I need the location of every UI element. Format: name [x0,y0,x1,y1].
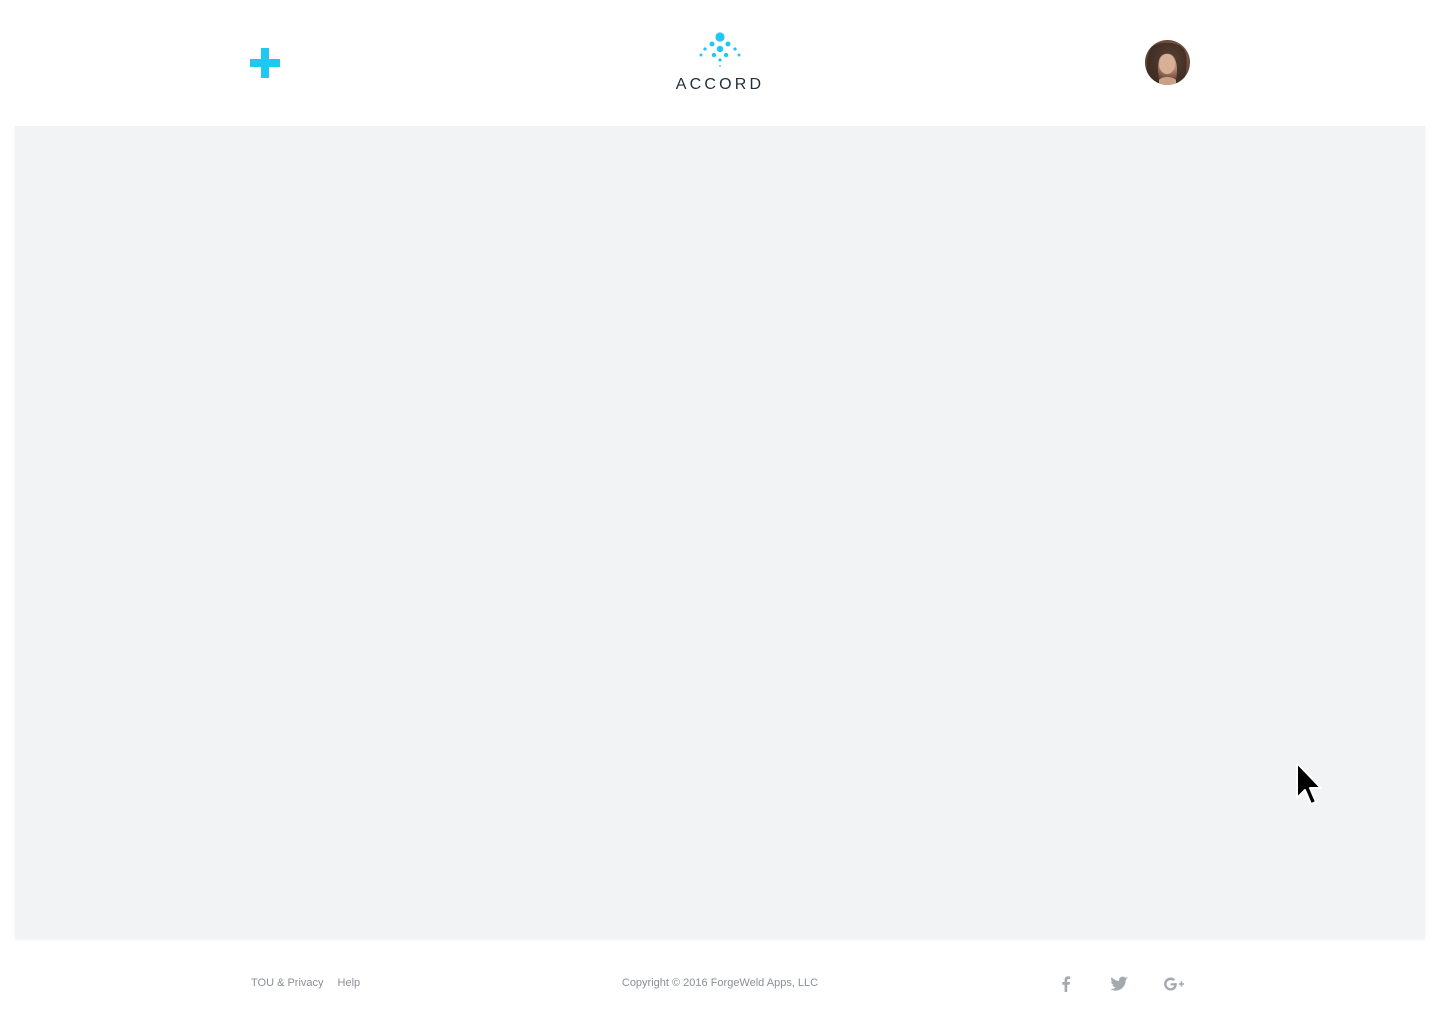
twitter-icon[interactable] [1108,974,1130,994]
copyright-text: Copyright © 2016 ForgeWeld Apps, LLC [621,977,819,989]
facebook-icon[interactable] [1056,974,1076,994]
logo-text: ACCORD [675,76,765,93]
add-button[interactable] [248,46,282,80]
main-content-area [15,126,1425,938]
top-header: ACCORD [0,0,1440,126]
accord-logo-icon [699,32,741,67]
accord-logo[interactable]: ACCORD [670,30,770,96]
user-avatar[interactable] [1145,40,1190,85]
google-plus-icon[interactable] [1163,974,1187,994]
page-footer: TOU & Privacy Help Copyright © 2016 Forg… [0,944,1440,1024]
app-page: ACCORD TOU & Privacy Help Copyright © 20… [0,0,1440,1024]
avatar-image [1146,42,1187,85]
plus-icon [250,48,280,78]
